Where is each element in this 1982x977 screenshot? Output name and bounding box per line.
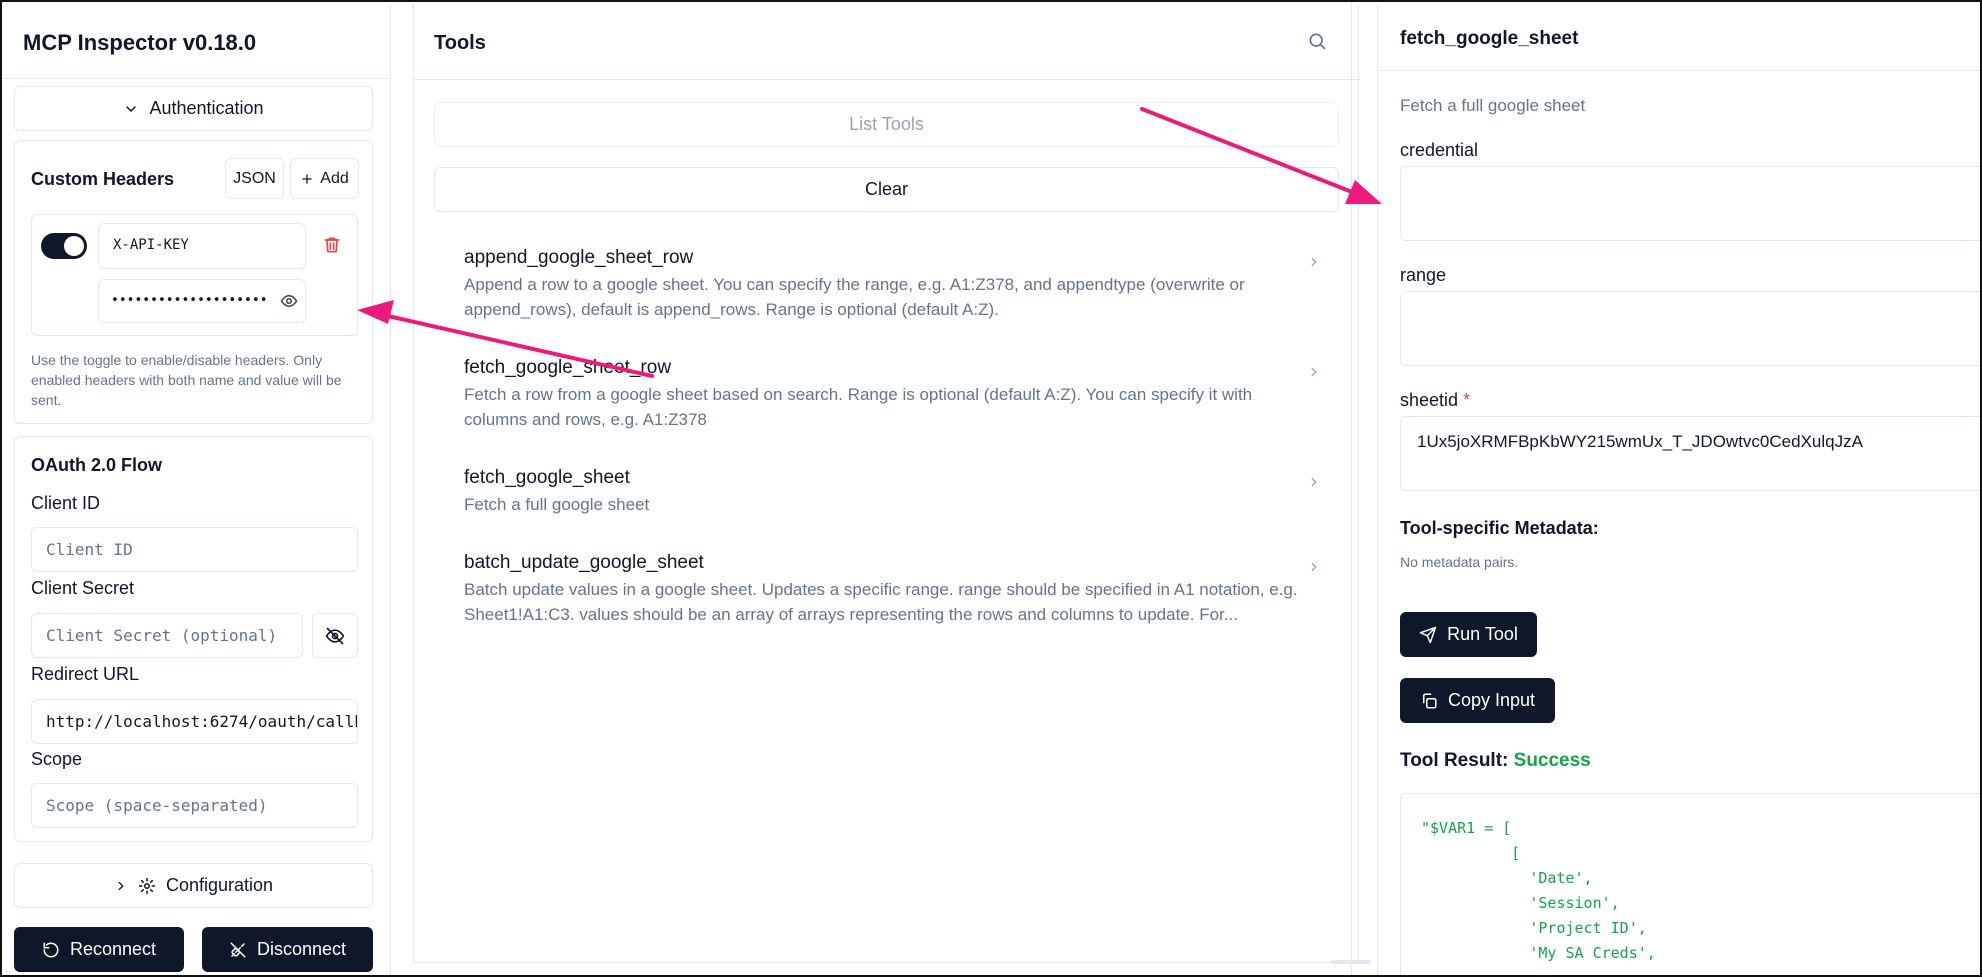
chevron-right-icon [118,881,124,890]
client-id-label: Client ID [31,493,101,513]
tool-description: Append a row to a google sheet. You can … [464,275,1245,319]
tool-result-output[interactable]: "$VAR1 = [ [ 'Date', 'Session', 'Project… [1400,793,1980,975]
param-label-range: range [1400,265,1446,286]
metadata-empty-text: No metadata pairs. [1400,554,1519,570]
oauth-title: OAuth 2.0 Flow [31,455,163,475]
add-label: Add [320,169,349,187]
headers-help-text: Use the toggle to enable/disable headers… [31,352,342,408]
eye-icon[interactable] [280,292,298,310]
refresh-icon [43,942,59,957]
header-name-input[interactable]: X-API-KEY [98,223,306,269]
tool-detail-description: Fetch a full google sheet [1400,96,1586,115]
redirect-url-label: Redirect URL [31,664,140,684]
disconnect-label: Disconnect [256,939,347,959]
param-label-sheetid: sheetid * [1400,390,1470,411]
oauth-card: OAuth 2.0 Flow Client ID Client ID Clien… [14,436,373,842]
reconnect-button[interactable]: Reconnect [14,927,184,972]
tool-result-status: Success [1513,750,1591,771]
chevron-down-icon [126,105,137,112]
configuration-label: Configuration [165,875,274,895]
configuration-toggle-button[interactable]: Configuration [14,863,373,908]
tools-panel: Tools List Tools Clear append_google_she… [413,4,1360,964]
send-icon [1419,626,1437,643]
header-value-input[interactable]: •••••••••••••••••••• [98,279,306,323]
chevron-right-icon [1311,257,1317,267]
tool-item-fetch-google-sheet[interactable]: fetch_google_sheet Fetch a full google s… [434,465,1339,517]
trash-icon[interactable] [322,235,342,255]
tool-result-text: "$VAR1 = [ [ 'Date', 'Session', 'Project… [1421,819,1656,962]
authentication-toggle-button[interactable]: Authentication [14,86,373,131]
reconnect-label: Reconnect [69,939,157,959]
tools-title: Tools [434,32,486,54]
add-header-button[interactable]: Add [290,158,359,199]
metadata-title: Tool-specific Metadata: [1400,518,1599,538]
divider [1378,70,1980,71]
required-marker: * [1463,390,1471,410]
chevron-right-icon [1311,562,1317,572]
tool-description: Batch update values in a google sheet. U… [464,580,1298,624]
authentication-label: Authentication [149,98,264,118]
clear-button[interactable]: Clear [434,167,1339,212]
client-id-input[interactable]: Client ID [31,527,358,572]
run-tool-label: Run Tool [1447,624,1518,644]
client-secret-input[interactable]: Client Secret (optional) [31,613,303,658]
window-frame: MCP Inspector v0.18.0 Authentication Cus… [0,0,1982,977]
list-tools-button[interactable]: List Tools [434,102,1339,147]
eye-off-icon [325,627,345,644]
tool-item-append-google-sheet-row[interactable]: append_google_sheet_row Append a row to … [434,245,1339,322]
panel-resize-handle[interactable] [1351,2,1352,975]
tool-name: batch_update_google_sheet [464,552,704,573]
param-label-text: credential [1400,140,1479,160]
disconnect-button[interactable]: Disconnect [202,927,373,972]
custom-headers-card: Custom Headers JSON Add X-API-KEY ••••••… [14,140,373,424]
header-enabled-toggle[interactable] [41,233,87,259]
param-input-credential[interactable] [1400,166,1980,241]
chevron-right-icon [1311,367,1317,377]
param-label-credential: credential [1400,140,1478,161]
tool-item-batch-update-google-sheet[interactable]: batch_update_google_sheet Batch update v… [434,550,1339,627]
tool-item-fetch-google-sheet-row[interactable]: fetch_google_sheet_row Fetch a row from … [434,355,1339,432]
tool-detail-title: fetch_google_sheet [1400,28,1579,49]
header-row: X-API-KEY •••••••••••••••••••• [31,214,358,336]
param-input-range[interactable] [1400,291,1980,366]
tool-name: fetch_google_sheet [464,467,630,488]
custom-headers-title: Custom Headers [31,169,175,189]
search-icon[interactable] [1307,31,1327,51]
tool-description: Fetch a full google sheet [464,495,650,514]
gear-icon [138,877,156,894]
app-title: MCP Inspector v0.18.0 [23,30,257,55]
toggle-secret-visibility-button[interactable] [312,613,358,658]
tool-name: append_google_sheet_row [464,247,694,268]
client-secret-label: Client Secret [31,578,135,598]
param-input-sheetid[interactable]: 1Ux5joXRMFBpKbWY215wmUx_T_JDOwtvc0CedXul… [1400,416,1980,491]
redirect-url-input[interactable]: http://localhost:6274/oauth/callback [31,699,358,744]
chevron-right-icon [1311,477,1317,487]
unplug-icon [230,942,246,957]
tool-description: Fetch a row from a google sheet based on… [464,385,1253,429]
tool-name: fetch_google_sheet_row [464,357,672,378]
scope-label: Scope [31,749,83,769]
copy-input-label: Copy Input [1447,690,1536,710]
copy-input-button[interactable]: Copy Input [1400,678,1555,723]
divider [4,78,391,79]
sidebar: MCP Inspector v0.18.0 Authentication Cus… [4,4,391,975]
divider [414,962,1360,963]
divider [414,79,1360,80]
copy-icon [1422,693,1437,708]
scope-input[interactable]: Scope (space-separated) [31,783,358,828]
tool-detail-panel: fetch_google_sheet Fetch a full google s… [1377,4,1980,975]
panel-resize-grip[interactable] [1331,960,1371,964]
toggle-knob [64,236,84,256]
run-tool-button[interactable]: Run Tool [1400,612,1537,657]
tool-result-label: Tool Result: [1400,750,1509,771]
tool-result-heading: Tool Result: Success [1400,750,1591,772]
plus-icon [302,173,312,184]
param-label-text: range [1400,265,1447,285]
param-label-text: sheetid [1400,390,1459,410]
json-button[interactable]: JSON [225,158,284,199]
